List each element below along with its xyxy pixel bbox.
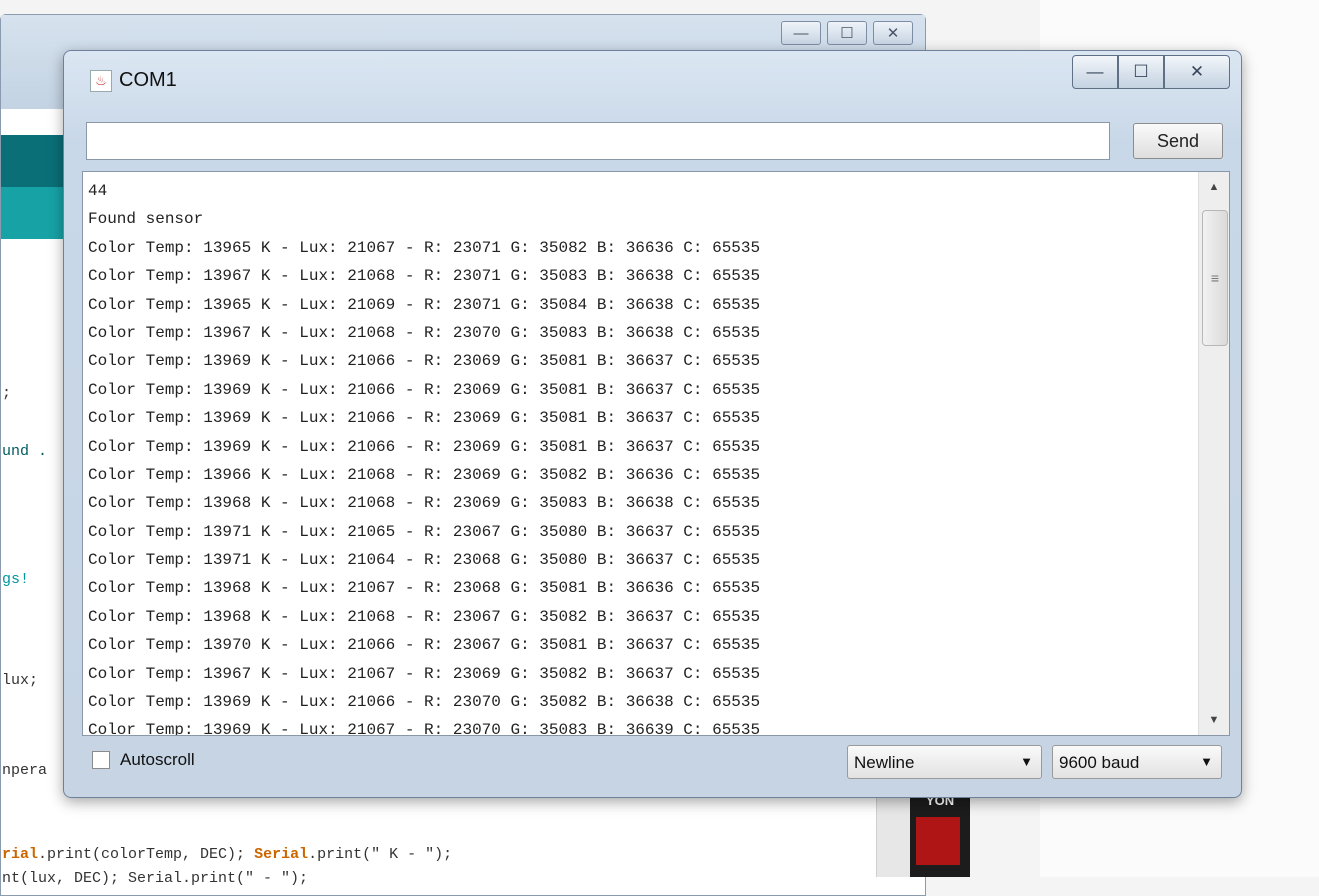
- code-fragment: lux;: [2, 672, 39, 689]
- output-line: Color Temp: 13971 K - Lux: 21064 - R: 23…: [88, 551, 761, 570]
- maximize-icon[interactable]: ☐: [1118, 55, 1164, 89]
- dropdown-arrow-icon: ▼: [1020, 754, 1033, 769]
- autoscroll-checkbox[interactable]: [92, 751, 110, 769]
- code-fragment: ;: [2, 385, 12, 402]
- serial-output-lines: 44 Found sensor Color Temp: 13965 K - Lux:…: [88, 177, 1188, 736]
- output-line: Color Temp: 13968 K - Lux: 21068 - R: 23…: [88, 607, 761, 626]
- output-line: Color Temp: 13967 K - Lux: 21068 - R: 23…: [88, 323, 761, 342]
- dropdown-arrow-icon: ▼: [1200, 754, 1213, 769]
- output-line: Color Temp: 13969 K - Lux: 21066 - R: 23…: [88, 693, 761, 712]
- scrollbar-thumb[interactable]: ≡: [1202, 210, 1228, 346]
- output-line: Found sensor: [88, 210, 204, 229]
- output-line: Color Temp: 13965 K - Lux: 21069 - R: 23…: [88, 295, 761, 314]
- close-icon[interactable]: ✕: [1164, 55, 1230, 89]
- code-fragment: und .: [2, 443, 48, 460]
- java-cup-icon: ♨: [90, 70, 112, 92]
- window-title: COM1: [119, 69, 177, 91]
- output-scrollbar[interactable]: ▲ ≡ ▼: [1198, 172, 1229, 735]
- bottom-bar: Autoscroll Newline ▼ 9600 baud ▼: [82, 741, 1223, 781]
- code-line: rial.print(colorTemp, DEC); Serial.print…: [2, 846, 452, 863]
- output-line: 44: [88, 182, 108, 200]
- send-button[interactable]: Send: [1133, 123, 1223, 159]
- output-line: Color Temp: 13969 K - Lux: 21066 - R: 23…: [88, 409, 761, 428]
- code-fragment: npera: [2, 762, 48, 779]
- output-line: Color Temp: 13965 K - Lux: 21067 - R: 23…: [88, 238, 761, 257]
- window-title-bar[interactable]: ♨ COM1 — ☐ ✕: [64, 51, 1241, 113]
- output-line: Color Temp: 13969 K - Lux: 21066 - R: 23…: [88, 380, 761, 399]
- line-ending-select[interactable]: Newline ▼: [847, 745, 1042, 779]
- output-line: Color Temp: 13969 K - Lux: 21066 - R: 23…: [88, 352, 761, 371]
- output-line: Color Temp: 13969 K - Lux: 21066 - R: 23…: [88, 437, 761, 456]
- board-image: YON: [910, 793, 970, 877]
- code-keyword: Serial: [254, 846, 309, 863]
- baud-rate-value: 9600 baud: [1059, 753, 1140, 772]
- scroll-up-arrow-icon[interactable]: ▲: [1199, 174, 1229, 200]
- caption-buttons: — ☐ ✕: [1072, 55, 1230, 89]
- line-ending-value: Newline: [854, 753, 915, 772]
- output-line: Color Temp: 13971 K - Lux: 21065 - R: 23…: [88, 522, 761, 541]
- send-input[interactable]: [86, 122, 1110, 160]
- code-text: .print(colorTemp, DEC);: [38, 846, 255, 863]
- board-red-indicator: [916, 817, 960, 865]
- output-line: Color Temp: 13969 K - Lux: 21067 - R: 23…: [88, 721, 761, 736]
- scroll-down-arrow-icon[interactable]: ▼: [1199, 707, 1229, 733]
- code-text: .print(" K - ");: [308, 846, 453, 863]
- autoscroll-label: Autoscroll: [120, 750, 195, 769]
- output-line: Color Temp: 13970 K - Lux: 21066 - R: 23…: [88, 636, 761, 655]
- minimize-icon[interactable]: —: [1072, 55, 1118, 89]
- code-line: nt(lux, DEC); Serial.print(" - ");: [2, 870, 309, 887]
- send-row: Send: [86, 122, 1223, 162]
- serial-output[interactable]: 44 Found sensor Color Temp: 13965 K - Lux:…: [82, 171, 1230, 736]
- baud-rate-select[interactable]: 9600 baud ▼: [1052, 745, 1222, 779]
- output-line: Color Temp: 13967 K - Lux: 21068 - R: 23…: [88, 267, 761, 286]
- code-keyword: rial: [2, 846, 39, 863]
- serial-monitor-window: ♨ COM1 — ☐ ✕ Send 44 Found sensor Color Te…: [63, 50, 1242, 798]
- output-line: Color Temp: 13968 K - Lux: 21067 - R: 23…: [88, 579, 761, 598]
- output-line: Color Temp: 13966 K - Lux: 21068 - R: 23…: [88, 465, 761, 484]
- code-fragment: gs!: [2, 571, 30, 588]
- output-line: Color Temp: 13967 K - Lux: 21067 - R: 23…: [88, 664, 761, 683]
- output-line: Color Temp: 13968 K - Lux: 21068 - R: 23…: [88, 494, 761, 513]
